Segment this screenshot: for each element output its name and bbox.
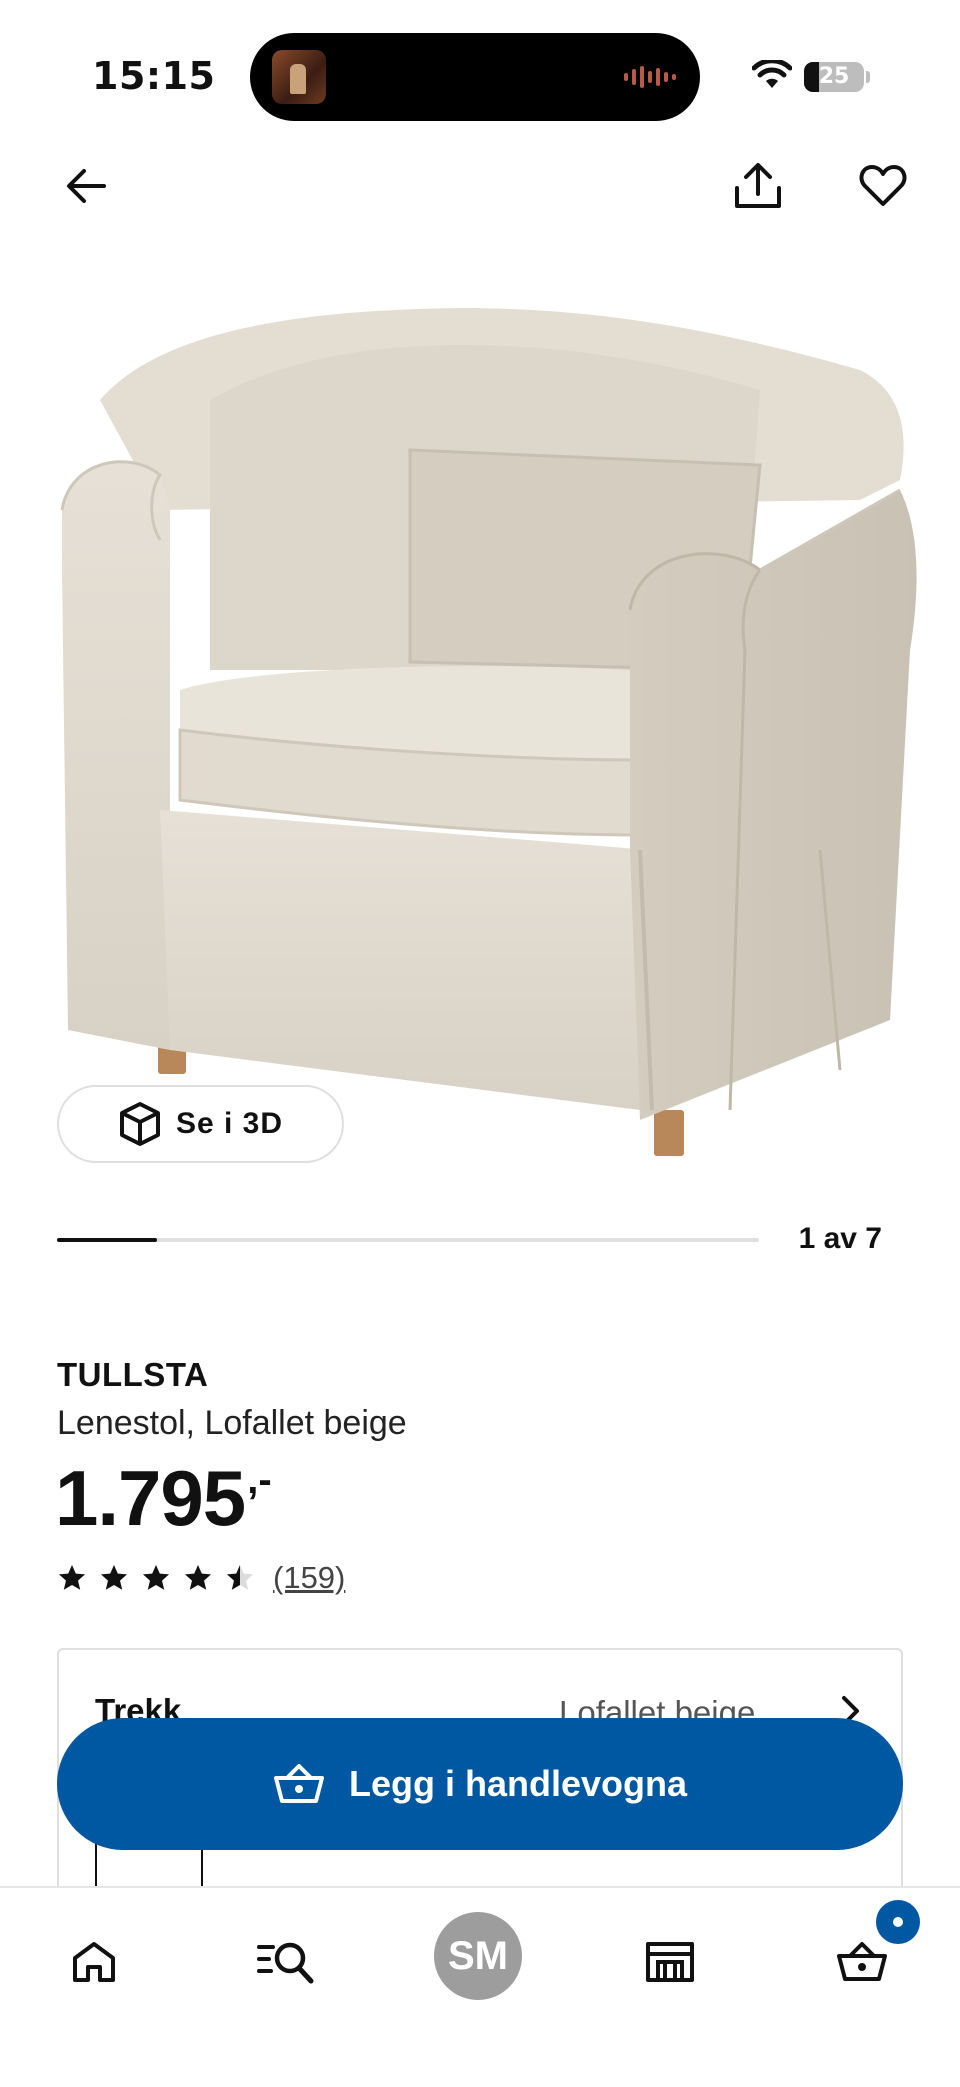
battery-level: 25 <box>818 64 850 89</box>
status-time: 15:15 <box>92 54 216 98</box>
share-button[interactable] <box>722 150 794 222</box>
star-full-icon <box>101 1565 127 1590</box>
store-icon <box>646 1942 694 1982</box>
audio-waveform-icon <box>624 65 676 89</box>
add-to-cart-button[interactable]: Legg i handlevogna <box>57 1718 903 1850</box>
cart-badge-dot <box>893 1917 903 1927</box>
battery-indicator: 25 <box>804 62 864 92</box>
view-3d-button[interactable]: Se i 3D <box>57 1085 344 1163</box>
price-amount: 1.795 <box>55 1454 246 1542</box>
favorite-button[interactable] <box>847 150 919 222</box>
star-half-icon <box>227 1565 253 1590</box>
product-image[interactable] <box>40 290 920 1190</box>
add-to-cart-label: Legg i handlevogna <box>348 1763 688 1804</box>
battery-nub <box>866 71 870 83</box>
tab-profile[interactable]: SM <box>428 1906 528 2006</box>
status-bar: 15:15 25 <box>0 0 960 150</box>
star-full-icon <box>143 1565 169 1590</box>
price-suffix: ,- <box>247 1458 272 1502</box>
carousel-progress-fill <box>57 1238 158 1242</box>
product-price: 1.795 ,- <box>55 1452 272 1544</box>
tab-search[interactable] <box>236 1912 336 2012</box>
product-description: Lenestol, Lofallet beige <box>57 1404 407 1442</box>
review-count-link[interactable]: (159) <box>273 1560 345 1596</box>
tab-stores[interactable] <box>620 1912 720 2012</box>
product-name: TULLSTA <box>57 1356 209 1393</box>
basket-icon <box>837 1942 887 1981</box>
home-icon <box>73 1942 115 1982</box>
heart-icon <box>859 165 907 206</box>
tab-home[interactable] <box>44 1912 144 2012</box>
back-button[interactable] <box>50 150 122 222</box>
star-full-icon <box>59 1565 85 1590</box>
cube-icon <box>119 1102 160 1146</box>
share-icon <box>735 163 781 208</box>
view-3d-label: Se i 3D <box>175 1107 284 1140</box>
basket-icon <box>273 1764 324 1803</box>
carousel-counter: 1 av 7 <box>798 1222 882 1255</box>
dynamic-island[interactable] <box>250 33 700 121</box>
search-list-icon <box>257 1942 314 1984</box>
wifi-icon <box>752 60 792 88</box>
carousel-progress[interactable] <box>57 1238 759 1242</box>
now-playing-artwork <box>272 50 326 104</box>
rating-stars <box>57 1563 255 1593</box>
star-full-icon <box>185 1565 211 1590</box>
bottom-nav: SM <box>0 1886 960 2087</box>
arrow-left-icon <box>67 169 106 203</box>
product-rating[interactable]: (159) <box>57 1560 345 1596</box>
cart-badge <box>876 1900 920 1944</box>
avatar: SM <box>434 1912 522 2000</box>
